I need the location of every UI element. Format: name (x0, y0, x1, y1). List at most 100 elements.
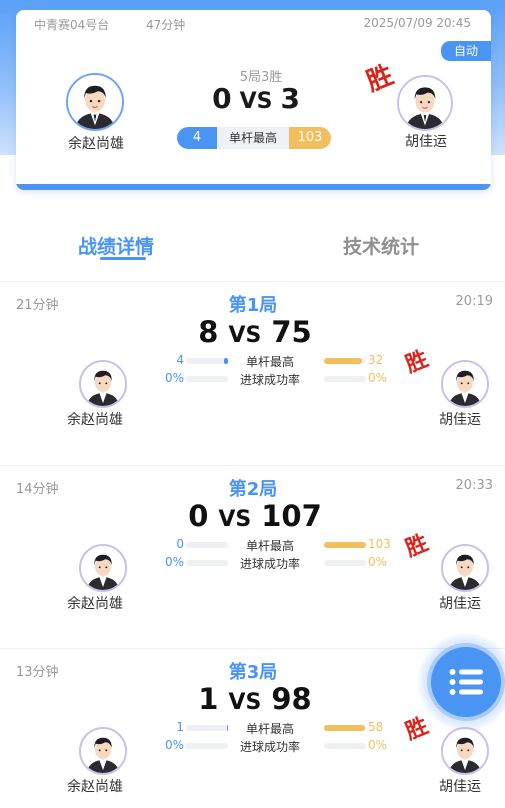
highest-break-label: 单杆最高 (245, 722, 294, 736)
player-left-avatar-icon[interactable] (79, 360, 127, 408)
game-title: 第3局 (228, 662, 278, 683)
table-name: 中青赛04号台 (34, 18, 110, 32)
pot-rate-label: 进球成功率 (239, 557, 300, 571)
player-right-avatar-icon[interactable] (441, 544, 489, 592)
player-left-avatar-icon[interactable] (79, 727, 127, 775)
highest-break-label: 单杆最高 (245, 355, 294, 369)
score-left: 0 (212, 82, 232, 115)
highest-break-compare: 4 单杆最高 103 (177, 127, 331, 149)
game-card-2[interactable]: 14分钟 20:33 第2局 0 VS 107 0 单杆最高 103 0% 进球成功… (0, 466, 505, 649)
player-right-avatar-icon[interactable] (397, 75, 453, 131)
pot-rate-left: 0% (164, 371, 184, 385)
score-left: 1 (198, 682, 219, 716)
highest-break-right: 58 (368, 720, 384, 734)
match-summary-card: 中青赛04号台 47分钟 2025/07/09 20:45 自动 余赵尚雄 5局… (16, 10, 491, 190)
player-right-avatar-icon[interactable] (441, 360, 489, 408)
win-stamp: 胜 (401, 345, 432, 379)
vs-label: VS (228, 323, 262, 348)
highest-break-row: 1 单杆最高 58 (150, 720, 390, 736)
win-stamp: 胜 (401, 712, 432, 746)
game-time: 20:33 (455, 478, 493, 493)
highest-break-right: 103 (289, 127, 331, 149)
player-right-avatar-icon[interactable] (441, 727, 489, 775)
player-left-avatar-icon[interactable] (66, 73, 124, 131)
highest-break-left: 0 (176, 537, 184, 551)
highest-break-right-bar (324, 542, 366, 548)
pot-rate-right-bar (324, 560, 366, 566)
bar-fill (223, 358, 228, 364)
game-score: 0 VS 107 (150, 499, 360, 533)
menu-fab-button[interactable] (431, 647, 501, 717)
highest-break-left: 4 (177, 127, 217, 149)
pot-rate-right: 0% (368, 371, 388, 385)
avatar-icon (399, 77, 451, 129)
pot-rate-label: 进球成功率 (239, 740, 300, 754)
bar-fill (226, 725, 228, 731)
pot-rate-row: 0% 进球成功率 0% (150, 738, 390, 754)
card-bottom-accent (16, 184, 491, 190)
player-left-avatar-icon[interactable] (79, 544, 127, 592)
highest-break-right: 103 (368, 537, 391, 551)
highest-break-left-bar (186, 725, 228, 731)
pot-rate-row: 0% 进球成功率 0% (150, 371, 390, 387)
game-card-1[interactable]: 21分钟 20:19 第1局 8 VS 75 4 单杆最高 32 0% 进球成功率 … (0, 282, 505, 465)
player-left-name: 余赵尚雄 (67, 412, 123, 428)
avatar-icon (68, 75, 122, 129)
score-right: 98 (271, 682, 312, 716)
highest-break-right: 32 (368, 353, 384, 367)
score-right: 107 (261, 499, 322, 533)
active-tab-indicator (100, 257, 146, 260)
highest-break-left: 4 (176, 353, 184, 367)
pot-rate-right-bar (324, 376, 366, 382)
avatar-icon (81, 729, 125, 773)
pot-rate-label: 进球成功率 (239, 373, 300, 387)
pot-rate-row: 0% 进球成功率 0% (150, 555, 390, 571)
pot-rate-right-bar (324, 743, 366, 749)
match-score: 0 VS 3 (176, 82, 336, 115)
pot-rate-left: 0% (164, 738, 184, 752)
game-duration: 21分钟 (16, 298, 59, 313)
pot-rate-left-bar (186, 376, 228, 382)
score-left: 8 (198, 315, 219, 349)
player-right-name: 胡佳运 (439, 412, 481, 428)
highest-break-right-bar (324, 358, 366, 364)
game-duration: 13分钟 (16, 665, 59, 680)
game-title: 第2局 (228, 479, 278, 500)
player-right-name: 胡佳运 (439, 596, 481, 612)
win-stamp: 胜 (362, 60, 398, 98)
avatar-icon (81, 546, 125, 590)
menu-list-icon (449, 669, 483, 695)
highest-break-row: 4 单杆最高 32 (150, 353, 390, 369)
pot-rate-left-bar (186, 560, 228, 566)
bar-fill (324, 725, 365, 731)
game-score: 1 VS 98 (150, 682, 360, 716)
bar-fill (324, 358, 362, 364)
tab-match-details[interactable]: 战绩详情 (78, 232, 154, 259)
match-detail-page: 中青赛04号台 47分钟 2025/07/09 20:45 自动 余赵尚雄 5局… (0, 0, 505, 808)
player-right-name: 胡佳运 (405, 134, 447, 150)
pot-rate-right: 0% (368, 555, 388, 569)
vs-label: VS (218, 507, 252, 532)
avatar-icon (81, 362, 125, 406)
tab-tech-stats[interactable]: 技术统计 (343, 232, 419, 259)
match-datetime: 2025/07/09 20:45 (363, 16, 471, 30)
avatar-icon (443, 729, 487, 773)
auto-badge: 自动 (441, 41, 491, 61)
game-score: 8 VS 75 (150, 315, 360, 349)
highest-break-left-bar (186, 542, 228, 548)
game-duration: 14分钟 (16, 482, 59, 497)
pot-rate-left-bar (186, 743, 228, 749)
pot-rate-right: 0% (368, 738, 388, 752)
match-duration: 47分钟 (146, 18, 186, 32)
player-right-name: 胡佳运 (439, 779, 481, 795)
player-left-name: 余赵尚雄 (67, 779, 123, 795)
avatar-icon (443, 546, 487, 590)
player-left-name: 余赵尚雄 (67, 596, 123, 612)
avatar-icon (443, 362, 487, 406)
highest-break-left-bar (186, 358, 228, 364)
highest-break-row: 0 单杆最高 103 (150, 537, 391, 553)
vs-label: VS (228, 690, 262, 715)
score-right: 75 (271, 315, 312, 349)
highest-break-right-bar (324, 725, 366, 731)
score-right: 3 (280, 82, 300, 115)
